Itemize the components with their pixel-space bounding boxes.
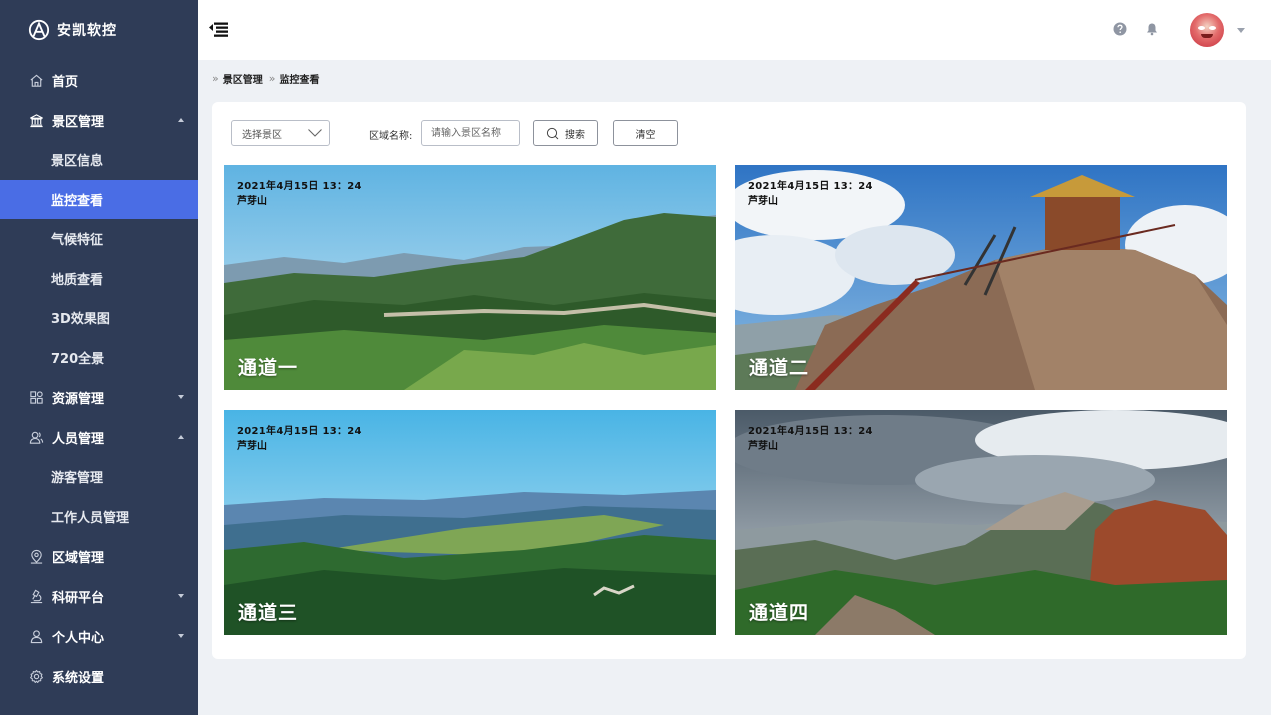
sidebar-subitem-label: 气候特征 (51, 233, 104, 249)
sidebar-item-label: 资源管理 (52, 391, 105, 407)
filter-toolbar: 选择景区 区域名称: 搜索 清空 (231, 120, 731, 147)
user-menu-chevron-down-icon[interactable] (1237, 28, 1245, 33)
chevron-down-icon (178, 395, 184, 399)
area-name-label: 区域名称: (369, 131, 413, 142)
sidebar-subitem-label: 720全景 (51, 351, 105, 367)
sidebar-item-profile[interactable]: 个人中心 (0, 616, 198, 656)
avatar-eye (1209, 26, 1216, 30)
video-location: 芦芽山 (748, 196, 778, 207)
sidebar-menu: 首页 景区管理 景区信息 监控查看 气候特征 地质查看 3D效果图 720全景 … (0, 60, 198, 696)
sidebar-subitem-climate[interactable]: 气候特征 (0, 219, 198, 259)
sidebar-subitem-label: 景区信息 (51, 154, 104, 170)
video-timestamp: 2021年4月15日 13：24 (237, 426, 362, 437)
sidebar-subitem-3d[interactable]: 3D效果图 (0, 298, 198, 338)
sidebar-subitem-label: 监控查看 (51, 193, 104, 209)
channel-name: 通道三 (238, 602, 299, 624)
home-icon (28, 72, 44, 88)
brand[interactable]: 安凯软控 (0, 0, 198, 60)
monitor-panel: 选择景区 区域名称: 搜索 清空 2021年4月15日 13：24 芦芽 (212, 102, 1246, 659)
sidebar-subitem-label: 地质查看 (51, 272, 104, 288)
sidebar-item-label: 人员管理 (52, 431, 105, 447)
sidebar-item-label: 系统设置 (52, 670, 105, 686)
video-tile-channel-2[interactable]: 2021年4月15日 13：24 芦芽山 通道二 (735, 165, 1227, 390)
brand-name: 安凯软控 (57, 23, 117, 39)
video-tile-channel-4[interactable]: 2021年4月15日 13：24 芦芽山 通道四 (735, 410, 1227, 635)
breadcrumb: » 景区管理 » 监控查看 (212, 71, 325, 86)
sidebar-item-personnel[interactable]: 人员管理 (0, 417, 198, 457)
user-icon (28, 628, 44, 644)
video-tile-channel-3[interactable]: 2021年4月15日 13：24 芦芽山 通道三 (224, 410, 716, 635)
location-pin-icon (28, 548, 44, 564)
avatar-mouth (1201, 34, 1213, 38)
grid-icon (28, 389, 44, 405)
sidebar-subitem-label: 工作人员管理 (51, 510, 130, 526)
sidebar-subitem-label: 游客管理 (51, 471, 104, 487)
channel-name: 通道四 (749, 602, 810, 624)
scenic-select-value: 选择景区 (242, 129, 282, 141)
video-tile-channel-1[interactable]: 2021年4月15日 13：24 芦芽山 通道一 (224, 165, 716, 390)
channel-name: 通道一 (238, 357, 299, 379)
video-timestamp: 2021年4月15日 13：24 (748, 426, 873, 437)
video-timestamp: 2021年4月15日 13：24 (237, 181, 362, 192)
sidebar-subitem-label: 3D效果图 (51, 312, 110, 328)
brand-logo-icon (28, 19, 50, 41)
breadcrumb-current: 监控查看 (279, 75, 320, 86)
chevron-down-icon (178, 594, 184, 598)
area-name-input[interactable] (421, 120, 520, 146)
gear-icon (28, 668, 44, 684)
double-chevron-right-icon: » (268, 72, 276, 85)
video-location: 芦芽山 (237, 196, 267, 207)
breadcrumb-item[interactable]: 景区管理 (223, 71, 263, 86)
sidebar-item-label: 个人中心 (52, 630, 105, 646)
double-chevron-right-icon: » (212, 72, 219, 85)
bank-icon (28, 112, 44, 128)
chevron-up-icon (178, 435, 184, 439)
video-location: 芦芽山 (237, 441, 267, 452)
sidebar-subitem-visitors[interactable]: 游客管理 (0, 457, 198, 497)
sidebar-subitem-scenic-info[interactable]: 景区信息 (0, 140, 198, 180)
search-button[interactable]: 搜索 (533, 120, 598, 146)
sidebar-item-area[interactable]: 区域管理 (0, 536, 198, 576)
video-location: 芦芽山 (748, 441, 778, 452)
sidebar-subitem-geology[interactable]: 地质查看 (0, 259, 198, 299)
sidebar-item-scenic-management[interactable]: 景区管理 (0, 100, 198, 140)
chevron-down-icon (308, 129, 322, 137)
sidebar-item-label: 首页 (52, 74, 79, 90)
sidebar-subitem-720[interactable]: 720全景 (0, 338, 198, 378)
sidebar-item-label: 区域管理 (52, 550, 105, 566)
menu-collapse-icon[interactable] (208, 20, 230, 38)
microscope-icon (28, 588, 44, 604)
sidebar-subitem-staff[interactable]: 工作人员管理 (0, 497, 198, 537)
avatar-eye (1198, 26, 1205, 30)
sidebar-item-label: 科研平台 (52, 590, 105, 606)
sidebar-item-label: 景区管理 (52, 114, 105, 130)
sidebar-subitem-monitor[interactable]: 监控查看 (0, 179, 198, 219)
sidebar-item-research[interactable]: 科研平台 (0, 576, 198, 616)
scenic-select[interactable]: 选择景区 (231, 120, 330, 146)
sidebar: 安凯软控 首页 景区管理 景区信息 监控查看 气候特征 地质查看 3D效果图 7… (0, 0, 198, 715)
bell-icon[interactable] (1145, 22, 1159, 36)
chevron-down-icon (178, 634, 184, 638)
video-timestamp: 2021年4月15日 13：24 (748, 181, 873, 192)
avatar[interactable] (1190, 13, 1224, 47)
sidebar-item-home[interactable]: 首页 (0, 60, 198, 100)
sidebar-item-settings[interactable]: 系统设置 (0, 656, 198, 696)
top-header (198, 0, 1271, 60)
clear-button[interactable]: 清空 (613, 120, 678, 146)
search-button-label: 搜索 (565, 129, 585, 141)
chevron-up-icon (178, 118, 184, 122)
users-icon (28, 429, 44, 445)
channel-name: 通道二 (749, 357, 810, 379)
sidebar-item-resources[interactable]: 资源管理 (0, 377, 198, 417)
search-icon (546, 127, 559, 139)
help-icon[interactable] (1113, 22, 1127, 36)
